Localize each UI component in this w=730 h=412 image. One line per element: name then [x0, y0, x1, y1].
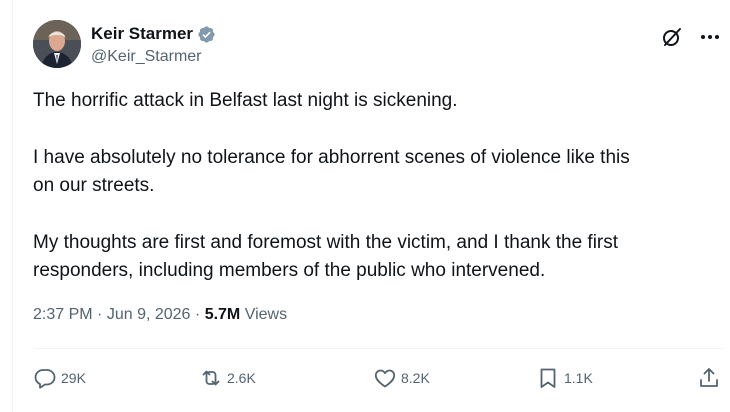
- tweet-header: Keir Starmer @Keir_Starmer: [33, 20, 723, 72]
- meta-separator: ·: [194, 306, 201, 323]
- reply-count: 29K: [61, 370, 86, 386]
- views-count[interactable]: 5.7M: [205, 306, 241, 323]
- tweet-paragraph: I have absolutely no tolerance for abhor…: [33, 147, 630, 196]
- tweet-time[interactable]: 2:37 PM: [33, 306, 93, 323]
- repost-button[interactable]: 2.6K: [199, 366, 256, 390]
- grok-icon[interactable]: [659, 24, 685, 50]
- tweet-card: Keir Starmer @Keir_Starmer The horrific …: [13, 0, 730, 412]
- author-names: Keir Starmer @Keir_Starmer: [91, 23, 216, 66]
- share-icon: [697, 366, 721, 390]
- like-button[interactable]: 8.2K: [373, 366, 430, 390]
- author-display-name[interactable]: Keir Starmer: [91, 24, 193, 44]
- more-options-icon[interactable]: [697, 24, 723, 50]
- share-button[interactable]: [697, 366, 721, 390]
- bookmark-count: 1.1K: [564, 370, 593, 386]
- bookmark-button[interactable]: 1.1K: [536, 366, 593, 390]
- tweet-text: The horrific attack in Belfast last nigh…: [33, 87, 723, 314]
- bookmark-icon: [536, 366, 560, 390]
- like-count: 8.2K: [401, 370, 430, 386]
- verified-badge-icon[interactable]: [197, 25, 216, 44]
- action-bar: 29K 2.6K 8.2K 1.1K: [33, 366, 723, 394]
- reply-button[interactable]: 29K: [33, 366, 86, 390]
- tweet-paragraph: My thoughts are first and foremost with …: [33, 232, 619, 281]
- repost-icon: [199, 366, 223, 390]
- tweet-metadata: 2:37 PM · Jun 9, 2026 · 5.7M Views: [33, 306, 287, 324]
- divider: [33, 348, 723, 349]
- meta-separator: ·: [97, 306, 103, 323]
- author-handle[interactable]: @Keir_Starmer: [91, 48, 216, 66]
- avatar[interactable]: [33, 20, 81, 68]
- like-icon: [373, 366, 397, 390]
- tweet-date[interactable]: Jun 9, 2026: [107, 306, 191, 323]
- repost-count: 2.6K: [227, 370, 256, 386]
- reply-icon: [33, 366, 57, 390]
- views-label: Views: [244, 306, 288, 323]
- tweet-paragraph: The horrific attack in Belfast last nigh…: [33, 90, 458, 111]
